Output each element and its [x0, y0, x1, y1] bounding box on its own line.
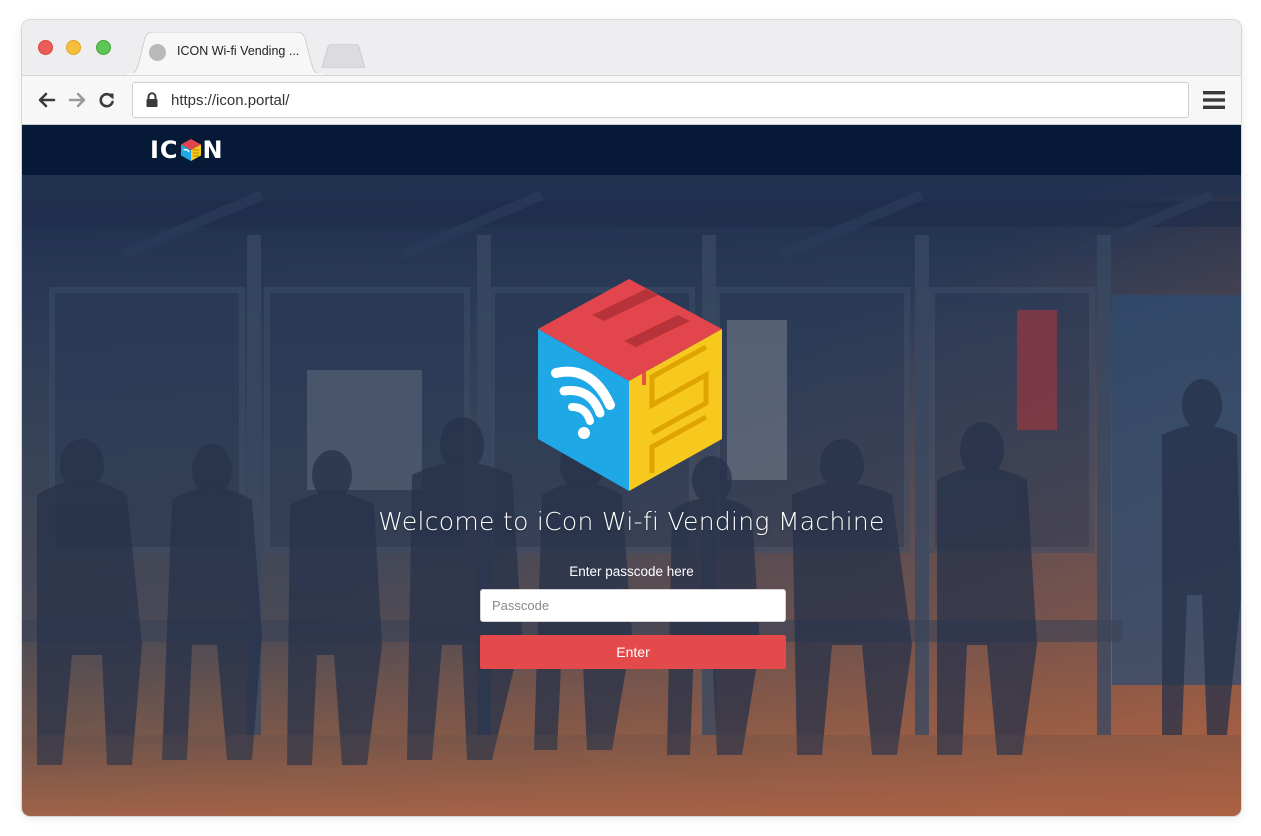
forward-arrow-icon[interactable] — [66, 90, 88, 110]
hamburger-menu-icon[interactable] — [1203, 89, 1225, 111]
address-bar[interactable]: https://icon.portal/ — [132, 82, 1189, 118]
browser-toolbar: https://icon.portal/ — [22, 75, 1241, 125]
browser-window: ICON Wi-fi Vending ... https://icon.port… — [22, 20, 1241, 816]
url-text: https://icon.portal/ — [171, 92, 290, 109]
cube-logo-icon — [180, 139, 201, 161]
new-tab-button[interactable] — [320, 44, 368, 68]
icon-cube-logo — [538, 279, 722, 491]
logo-text-left: IC — [150, 136, 179, 164]
passcode-label: Enter passcode here — [569, 564, 694, 579]
header-logo[interactable]: IC N — [150, 136, 224, 164]
maximize-window-button[interactable] — [96, 40, 111, 55]
back-arrow-icon[interactable] — [36, 90, 58, 110]
tab-favicon-icon — [149, 44, 166, 61]
bus-stop-background-image — [22, 175, 1241, 816]
site-header: IC N — [22, 125, 1241, 175]
hero-section: Welcome to iCon Wi-fi Vending Machine En… — [22, 175, 1241, 816]
browser-tab-active[interactable]: ICON Wi-fi Vending ... — [125, 32, 325, 75]
close-window-button[interactable] — [38, 40, 53, 55]
tab-strip: ICON Wi-fi Vending ... — [22, 20, 1241, 75]
minimize-window-button[interactable] — [66, 40, 81, 55]
logo-text-right: N — [202, 136, 224, 164]
web-page: IC N Welcome to iCon Wi-fi Vending Machi… — [22, 125, 1241, 816]
passcode-input[interactable] — [480, 589, 786, 622]
lock-icon — [146, 92, 158, 107]
welcome-heading: Welcome to iCon Wi-fi Vending Machine — [378, 507, 885, 536]
enter-button[interactable]: Enter — [480, 635, 786, 669]
reload-icon[interactable] — [96, 90, 118, 110]
tab-title: ICON Wi-fi Vending ... — [177, 44, 300, 58]
